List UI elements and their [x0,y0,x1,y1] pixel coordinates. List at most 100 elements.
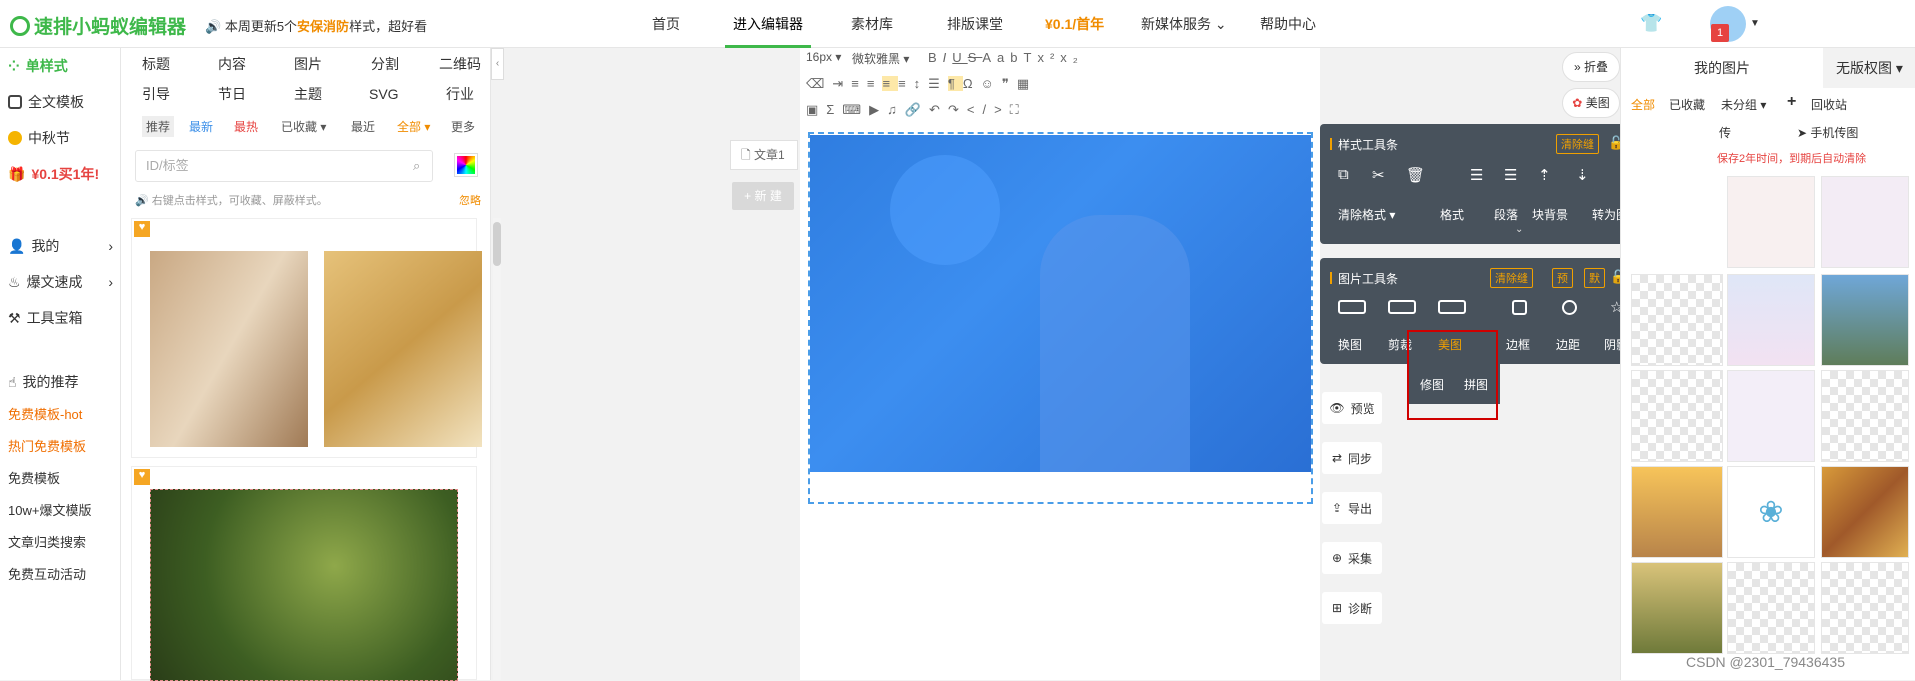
preset-button[interactable]: 预 [1552,268,1573,288]
highlight-icon[interactable]: ab [997,50,1023,65]
paragraph-buttons[interactable]: ⌫⇥≡≡≡≡↕☰¶Ω☺❞▦ [806,76,1037,92]
sidebar-link-hot-free[interactable]: 热门免费模板 [8,436,86,455]
sidebar-item-single-style[interactable]: ⁘ 单样式 [8,56,68,76]
logo[interactable]: 速排小蚂蚁编辑器 [10,12,186,39]
link-icon[interactable]: 🔗 [905,102,929,117]
format-button[interactable]: 格式 [1440,206,1464,223]
style-card[interactable]: ♥ [131,466,477,681]
redo-icon[interactable]: ↷ [948,102,967,117]
new-doc-button[interactable]: + 新 建 [732,182,794,210]
superscript-icon[interactable]: x² [1037,50,1060,65]
nav-price[interactable]: ¥0.1/首年 [1045,0,1104,48]
tshirt-icon[interactable]: 👕 [1640,13,1662,34]
filter-hottest[interactable]: 最热 [234,118,258,135]
sidebar-link-free-hot[interactable]: 免费模板-hot [8,404,82,423]
nav-materials[interactable]: 素材库 [851,0,893,48]
image-thumb[interactable]: ❀ [1727,466,1815,558]
replace-image-button[interactable]: 换图 [1338,336,1362,353]
image-thumb[interactable] [1821,176,1909,268]
html-icon[interactable]: </> [967,102,1010,117]
nav-editor[interactable]: 进入编辑器 [725,0,811,48]
cat-qrcode[interactable]: 二维码 [439,54,481,74]
paragraph-button[interactable]: 段落 [1494,206,1518,223]
ltr-icon[interactable]: ¶ [947,76,963,91]
text-icon[interactable]: T [1024,50,1038,65]
float-left-icon[interactable] [1338,300,1366,314]
chevron-down-icon[interactable]: ▼ [1750,18,1760,29]
image-thumb[interactable] [1727,176,1815,268]
cat-industry[interactable]: 行业 [446,84,474,104]
sidebar-item-quick[interactable]: ♨ 爆文速成 › [8,272,113,292]
cat-festival[interactable]: 节日 [218,84,246,104]
image-thumb[interactable] [1821,562,1909,654]
image-thumb[interactable] [1821,466,1909,558]
underline-icon[interactable]: U [952,50,967,65]
table-icon[interactable]: ▦ [1017,76,1037,91]
sync-button[interactable]: ⇄ 同步 [1322,442,1382,474]
align-middle-icon[interactable]: ☰ [1504,166,1517,184]
border-button[interactable]: 边框 [1506,336,1530,353]
align-right-icon[interactable]: ≡ [898,76,914,91]
update-notice[interactable]: 🔊 本周更新5个安保消防样式，超好看 [205,16,427,35]
font-size-select[interactable]: 16px ▾ [806,50,841,64]
italic-icon[interactable]: I [943,50,953,65]
sidebar-link-search[interactable]: 文章归类搜索 [8,532,86,551]
bold-icon[interactable]: B [928,50,943,65]
quote-icon[interactable]: ❞ [1002,76,1017,91]
scrollbar-thumb[interactable] [493,222,501,266]
filter-all[interactable]: 全部 ▾ [397,118,430,135]
upload-button[interactable]: 传 [1719,124,1731,141]
image-icon[interactable]: ▣ [806,102,826,117]
format-buttons[interactable]: BIUSAabTx²x₂ [928,50,1084,65]
filter-favorited[interactable]: 已收藏 [1669,96,1705,113]
filter-ungrouped[interactable]: 未分组 ▾ [1721,96,1766,113]
circle-icon[interactable] [1562,300,1577,315]
align-justify-icon[interactable]: ≡ [882,76,899,91]
selected-photo[interactable] [810,135,1311,472]
tab-my-images[interactable]: 我的图片 [1621,48,1823,88]
move-down-icon[interactable]: ⇣ [1576,166,1589,184]
sidebar-item-full-template[interactable]: 全文模板 [8,92,84,112]
emoji-icon[interactable]: ☺ [981,76,1002,91]
nav-help[interactable]: 帮助中心 [1260,0,1316,48]
fullscreen-icon[interactable]: ⛶ [1010,102,1027,117]
image-thumb[interactable] [1631,274,1723,366]
music-icon[interactable]: ♫ [887,102,905,117]
filter-recent[interactable]: 最近 [351,118,375,135]
diagnose-button[interactable]: ⊞ 诊断 [1322,592,1382,624]
sidebar-item-recommend[interactable]: ☝ 我的推荐 [8,372,79,392]
collapse-button[interactable]: » 折叠 [1562,52,1620,82]
image-thumb[interactable] [1727,274,1815,366]
sidebar-item-midautumn[interactable]: 中秋节 [8,128,70,148]
ignore-link[interactable]: 忽略 [459,192,481,208]
collect-button[interactable]: ⊕ 采集 [1322,542,1382,574]
image-thumb[interactable] [1631,562,1723,654]
filter-more[interactable]: 更多 [451,118,475,135]
collapse-left-button[interactable]: ‹ [491,48,504,80]
float-center-icon[interactable] [1388,300,1416,314]
doc-tab[interactable]: 🗋 文章1 [730,140,798,170]
align-top-icon[interactable]: ☰ [1470,166,1483,184]
cat-content[interactable]: 内容 [218,54,246,74]
cat-image[interactable]: 图片 [294,54,322,74]
sidebar-link-free[interactable]: 免费模板 [8,468,60,487]
image-thumb[interactable] [1821,370,1909,462]
cat-theme[interactable]: 主题 [294,84,322,104]
sidebar-item-tools[interactable]: ⚒ 工具宝箱 [8,308,83,328]
cat-title[interactable]: 标题 [142,54,170,74]
align-left-icon[interactable]: ≡ [851,76,867,91]
sidebar-link-activity[interactable]: 免费互动活动 [8,564,86,583]
color-picker-icon[interactable] [455,154,477,176]
style-card[interactable]: ♥ [131,218,482,458]
sidebar-item-promo[interactable]: 🎁 ¥0.1买1年! [8,164,99,184]
image-thumb[interactable] [1727,562,1815,654]
image-thumb[interactable] [1631,370,1723,462]
filter-newest[interactable]: 最新 [189,118,213,135]
tab-free-images[interactable]: 无版权图 ▾ [1823,48,1915,88]
clear-gap-button[interactable]: 清除缝 [1556,134,1599,154]
image-thumb[interactable] [1821,274,1909,366]
font-color-icon[interactable]: A [982,50,997,65]
nav-media-service[interactable]: 新媒体服务 ⌄ [1141,0,1227,48]
sidebar-item-mine[interactable]: 👤 我的 › [8,236,113,256]
move-up-icon[interactable]: ⇡ [1538,166,1551,184]
